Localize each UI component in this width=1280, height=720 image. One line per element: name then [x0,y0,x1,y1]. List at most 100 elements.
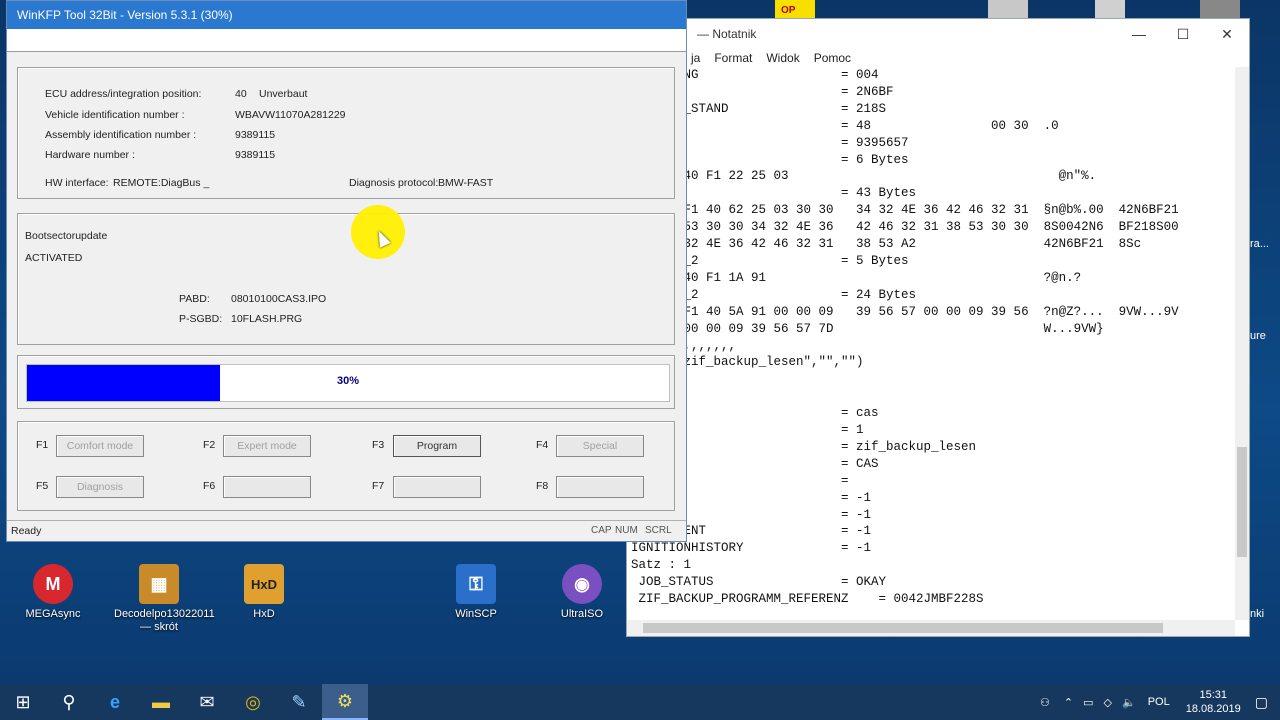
file-explorer-icon[interactable]: ▬ [138,684,184,720]
winkfp-taskbar-icon[interactable]: ⚙ [322,684,368,720]
expert-mode-button[interactable]: Expert mode [223,435,311,457]
protocol-value: BMW-FAST [438,177,494,189]
horizontal-scroll-thumb[interactable] [643,623,1163,633]
notepad-line: HISTORY = -1 [631,507,872,522]
notepad-line: 0 : 34 32 4E 36 42 46 32 31 38 53 A2 42N… [631,237,1142,252]
f7-button[interactable] [393,476,481,498]
hardware-value: 9389115 [235,149,276,161]
f2-key-label: F2 [203,439,216,451]
notepad-taskbar-icon[interactable]: ✎ [276,684,322,720]
f8-button[interactable] [556,476,644,498]
vin-label: Vehicle identification number : [45,109,185,121]
hw-interface-value: REMOTE:DiagBus _ [113,177,210,189]
volume-icon[interactable]: 🔈 [1122,696,1136,709]
f4-key-label: F4 [536,439,549,451]
vertical-scrollbar[interactable] [1235,67,1249,620]
desktop-top-icon-strip: OP [775,0,815,18]
notepad-line: ANTWORT = 43 Bytes [631,186,917,201]
menu-view[interactable]: Widok [766,51,799,65]
program-button[interactable]: Program [393,435,481,457]
notepad-text-area[interactable]: G_KENNUNG = 004 ROJEKT = 2N6BF ROGRAMM_STA… [627,67,1235,620]
desktop-top-icon-4 [1200,0,1240,18]
winscp-label: WinSCP [455,608,497,620]
notepad-line: 0 : 57 00 00 09 39 56 57 7D W...9VW} [631,321,1104,336]
comfort-mode-button[interactable]: Comfort mode [56,435,144,457]
maximize-button[interactable]: ☐ [1161,19,1205,49]
hardware-label: Hardware number : [45,149,135,161]
bootsector-panel: Bootsectorupdate ACTIVATED PABD: 0801010… [17,213,675,345]
chrome-icon[interactable]: ◎ [230,684,276,720]
notepad-line: E = 1 [631,423,864,438]
winkfp-toolbar [7,29,686,52]
decodelpo-icon: ▦ [139,564,179,604]
notifications-icon[interactable]: ▢ [1255,694,1268,711]
ecu-info-panel: ECU address/integration position: 40 Unv… [17,67,675,199]
ecu-address-extra: Unverbaut [259,88,308,100]
language-indicator[interactable]: POL [1148,696,1170,708]
megasync-icon: M [33,564,73,604]
vertical-scroll-thumb[interactable] [1237,447,1247,557]
menu-edit[interactable]: ja [691,51,700,65]
hxd-icon: HxD [244,564,284,604]
right-edge-label-3: nki [1250,608,1265,620]
hxd-shortcut[interactable]: HxD HxD [219,564,309,621]
hw-interface-label: HW interface: [45,177,109,189]
winkfp-window: WinKFP Tool 32Bit - Version 5.3.1 (30%) … [6,0,687,542]
ultraiso-shortcut[interactable]: ◉ UltraISO [537,564,627,621]
notepad-line: ME = zif_backup_lesen [631,439,977,454]
mail-icon[interactable]: ✉ [184,684,230,720]
winscp-icon: ⚿ [456,564,496,604]
f6-button[interactable] [223,476,311,498]
notepad-line: TATUS = [631,473,849,488]
wifi-icon[interactable]: ◇ [1104,696,1112,709]
function-keys-panel: F1 Comfort mode F2 Expert mode F3 Progra… [17,421,675,511]
network-icon[interactable]: ▭ [1083,696,1093,709]
f6-key-label: F6 [203,480,216,492]
f7-key-label: F7 [372,480,385,492]
menu-help[interactable]: Pomoc [814,51,851,65]
notepad-menubar: ja Format Widok Pomoc [627,49,1249,67]
assembly-value: 9389115 [235,129,276,141]
protocol-label: Diagnosis protocol: [349,177,439,189]
notepad-line: ANTWORT_2 = 24 Bytes [631,287,917,302]
minimize-button[interactable]: — [1117,19,1161,49]
megasync-label: MEGAsync [25,608,81,620]
close-button[interactable]: ✕ [1205,19,1249,49]
notepad-line: IONCURRENT = -1 [631,524,872,539]
desktop-top-icon-3 [1095,0,1125,18]
winkfp-titlebar: WinKFP Tool 32Bit - Version 5.3.1 (30%) [7,1,686,29]
assembly-label: Assembly identification number : [45,129,197,141]
notepad-line: Satz : 1 [631,558,692,573]
horizontal-scrollbar[interactable] [627,620,1235,636]
ultraiso-icon: ◉ [562,564,602,604]
show-hidden-icons[interactable]: ⌃ [1064,696,1073,709]
search-icon[interactable]: ⚲ [46,684,92,720]
notepad-line: AUFTRAG_2 = 5 Bytes [631,253,909,268]
f8-key-label: F8 [536,480,549,492]
pabd-label: PABD: [179,293,210,305]
notepad-line: ROGRAMM_STAND = 218S [631,101,887,116]
taskbar: ⊞ ⚲ e ▬ ✉ ◎ ✎ ⚙ ⚇ ⌃ ▭ ◇ 🔈 POL 15:31 18.0… [0,684,1280,720]
winscp-shortcut[interactable]: ⚿ WinSCP [431,564,521,621]
edge-icon[interactable]: e [92,684,138,720]
progress-panel: 30% [17,355,675,409]
notepad-line [631,371,1235,388]
menu-format[interactable]: Format [714,51,752,65]
people-icon[interactable]: ⚇ [1040,696,1050,709]
notepad-line: ZIF_BACKUP_PROGRAMM_REFERENZ = 0042JMBF2… [631,592,984,607]
notepad-line: 0 : 38 53 30 30 34 32 4E 36 42 46 32 31 … [631,220,1179,235]
notepad-line: 0 : 83 40 F1 22 25 03 @n"%. [631,169,1097,184]
clock[interactable]: 15:31 18.08.2019 [1186,688,1241,716]
decodelpo-shortcut[interactable]: ▦ Decodelpo13022011— skrót [114,564,215,634]
megasync-shortcut[interactable]: M MEGAsync [8,564,98,621]
psgbd-label: P-SGBD: [179,313,223,325]
status-bar: Ready CAP NUM SCRL [7,520,686,541]
ecu-address-value: 40 [235,88,247,100]
notepad-line: MW_HW = 9395657 [631,135,909,150]
ecu-address-label: ECU address/integration position: [45,88,202,100]
bootsector-state: ACTIVATED [25,252,83,264]
diagnosis-button[interactable]: Diagnosis [56,476,144,498]
special-button[interactable]: Special [556,435,644,457]
system-tray: ⚇ ⌃ ▭ ◇ 🔈 POL 15:31 18.08.2019 ▢ [1040,684,1280,720]
start-button[interactable]: ⊞ [0,684,46,720]
